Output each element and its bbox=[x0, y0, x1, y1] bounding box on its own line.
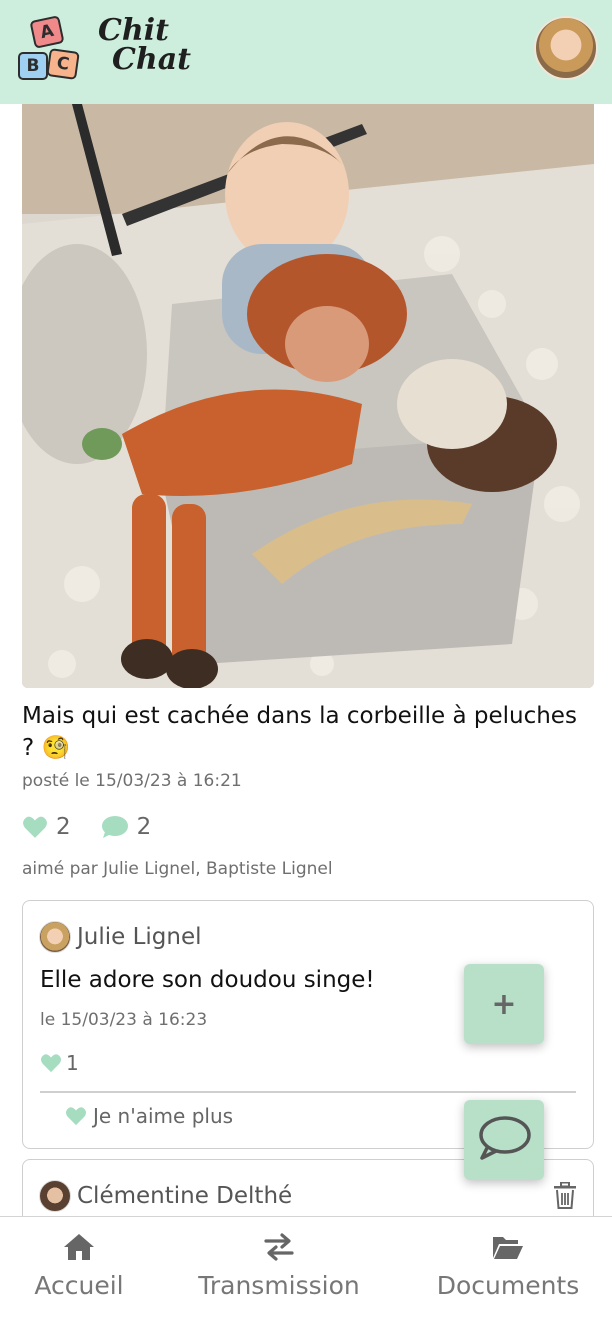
unlike-label: Je n'aime plus bbox=[93, 1104, 234, 1128]
chat-button[interactable] bbox=[464, 1100, 544, 1180]
bottom-navigation: Accueil Transmission Documents bbox=[0, 1216, 612, 1338]
post-caption: Mais qui est cachée dans la corbeille à … bbox=[22, 703, 577, 761]
unlike-button[interactable]: Je n'aime plus bbox=[65, 1104, 233, 1128]
delete-comment-button[interactable] bbox=[553, 1181, 577, 1214]
comment-text: Elle adore son doudou singe! bbox=[40, 967, 375, 993]
comment-divider bbox=[40, 1091, 576, 1093]
post-photo-illustration bbox=[22, 104, 594, 688]
logo-line-2: Chat bbox=[112, 42, 191, 77]
liked-by-text[interactable]: aimé par Julie Lignel, Baptiste Lignel bbox=[22, 859, 333, 879]
comment-count: 2 bbox=[136, 814, 152, 840]
folder-open-icon bbox=[492, 1231, 524, 1263]
comment-author-name: Julie Lignel bbox=[77, 924, 202, 950]
nav-documents-label: Documents bbox=[436, 1271, 580, 1300]
chit-chat-logo[interactable]: A B C Chit Chat bbox=[16, 14, 191, 86]
comment-bubble-icon bbox=[101, 815, 129, 839]
logo-wordmark: Chit Chat bbox=[98, 13, 191, 77]
nav-transmission-label: Transmission bbox=[198, 1271, 360, 1300]
heart-icon bbox=[65, 1106, 87, 1126]
comment-likes: 1 bbox=[40, 1051, 79, 1075]
heart-icon bbox=[40, 1053, 62, 1073]
comment-date: le 15/03/23 à 16:23 bbox=[40, 1010, 208, 1030]
logo-line-1: Chit bbox=[98, 13, 169, 48]
like-count-button[interactable]: 2 bbox=[22, 814, 71, 840]
comment-count-button[interactable]: 2 bbox=[101, 814, 152, 840]
add-button[interactable]: + bbox=[464, 964, 544, 1044]
exchange-arrows-icon bbox=[264, 1231, 294, 1263]
home-icon bbox=[63, 1231, 95, 1263]
logo-block-b: B bbox=[18, 52, 48, 80]
logo-block-c: C bbox=[46, 48, 80, 80]
comment-author-name: Clémentine Delthé bbox=[77, 1183, 293, 1209]
post-photo[interactable] bbox=[22, 104, 594, 688]
nav-home-label: Accueil bbox=[34, 1271, 124, 1300]
comment-author-avatar bbox=[39, 1180, 71, 1212]
chat-bubble-icon bbox=[476, 1114, 532, 1166]
comment-author: Clémentine Delthé bbox=[39, 1180, 292, 1212]
user-avatar[interactable] bbox=[534, 16, 598, 80]
comment-author: Julie Lignel bbox=[39, 921, 202, 953]
app-header: A B C Chit Chat bbox=[0, 0, 612, 104]
nav-home[interactable]: Accueil bbox=[22, 1231, 136, 1300]
post-stats: 2 2 bbox=[22, 814, 181, 840]
logo-block-a: A bbox=[29, 15, 65, 49]
post-timestamp: posté le 15/03/23 à 16:21 bbox=[22, 771, 242, 791]
heart-icon bbox=[22, 815, 48, 839]
nav-transmission[interactable]: Transmission bbox=[186, 1231, 372, 1300]
nav-documents[interactable]: Documents bbox=[424, 1231, 592, 1300]
comment-like-count: 1 bbox=[66, 1051, 79, 1075]
comment-author-avatar bbox=[39, 921, 71, 953]
trash-icon bbox=[553, 1181, 577, 1214]
like-count: 2 bbox=[56, 814, 71, 840]
